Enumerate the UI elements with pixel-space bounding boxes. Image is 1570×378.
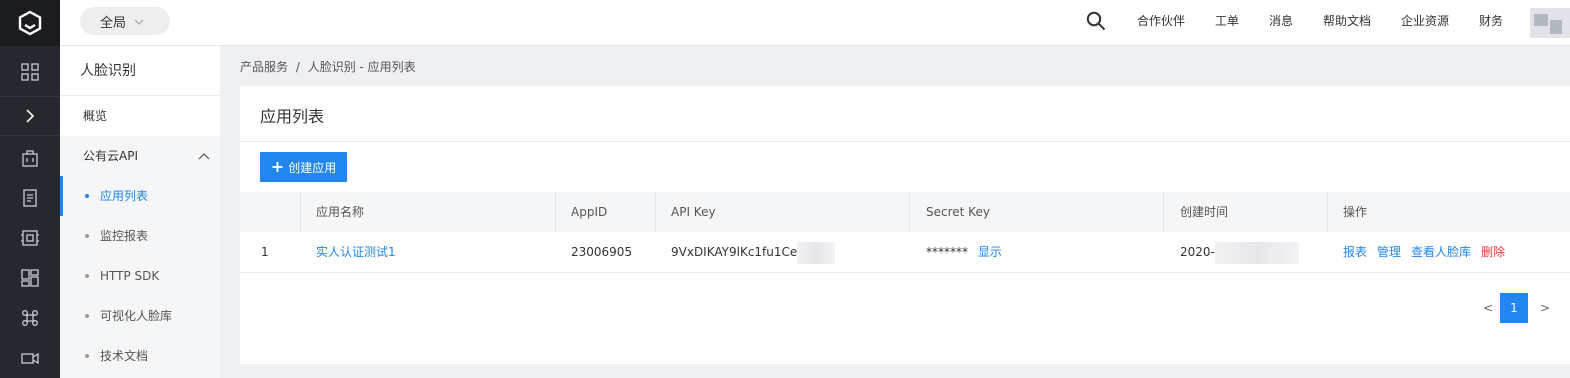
page-title: 应用列表 [260,107,325,126]
page-background [220,364,1570,378]
divider [240,141,1570,142]
show-secret-link[interactable]: 显示 [978,245,1002,259]
column-separator [300,192,301,232]
sidebar-item-label: 应用列表 [100,189,149,203]
sidebar-item-label: 监控报表 [100,229,149,243]
bullet-dot [85,234,89,238]
app-name-link[interactable]: 实人认证测试1 [316,232,396,272]
sidebar-item-face-library[interactable]: 可视化人脸库 [60,296,220,336]
icon-rail [0,0,60,378]
sidebar-item-http-sdk[interactable]: HTTP SDK [60,256,220,296]
video-icon[interactable] [0,338,60,378]
top-bar: 全局 合作伙伴 工单 消息 帮助文档 企业资源 财务 [60,0,1570,46]
col-api-key: API Key [671,205,716,219]
app-list-panel: 应用列表 + 创建应用 应用名称 AppID API Key Secret Ke… [240,86,1570,364]
sidebar-title: 人脸识别 [60,46,220,96]
col-created-time: 创建时间 [1180,205,1229,219]
nav-finance[interactable]: 财务 [1479,0,1503,46]
sidebar-item-label: 概览 [83,109,108,123]
created-time-cell: 2020- [1180,232,1299,272]
create-app-label: 创建应用 [288,160,337,175]
api-key-value: 9VxDIKAY9lKc1fu1Ce [671,245,798,259]
grid-icon[interactable] [0,52,60,92]
scope-selector[interactable]: 全局 [80,7,170,35]
sidebar-item-label: 技术文档 [100,349,149,363]
sidebar-item-label: HTTP SDK [100,269,160,283]
scope-label: 全局 [100,15,127,31]
delete-link[interactable]: 删除 [1481,232,1505,272]
dashboard-icon[interactable] [0,258,60,298]
sidebar-item-monitoring[interactable]: 监控报表 [60,216,220,256]
redacted-area [1214,241,1299,264]
column-separator [1163,192,1164,232]
nav-tickets[interactable]: 工单 [1215,0,1239,46]
view-face-library-link[interactable]: 查看人脸库 [1411,232,1471,272]
secret-key-mask: ******* [926,245,968,259]
col-actions: 操作 [1343,205,1368,219]
api-key-cell: 9VxDIKAY9lKc1fu1Ce [671,232,836,272]
active-indicator [60,176,63,216]
row-index: 1 [261,245,269,259]
frame-icon[interactable] [0,218,60,258]
breadcrumb-root[interactable]: 产品服务 [240,60,288,74]
sidebar-group-public-api[interactable]: 公有云API [60,136,220,176]
expand-chevron-icon[interactable] [0,96,60,136]
product-sidebar: 人脸识别 概览 公有云API 应用列表 监控报表 HTTP SDK 可视化人脸库… [60,46,220,378]
nav-partners[interactable]: 合作伙伴 [1137,0,1185,46]
secret-key-cell: ******* 显示 [926,232,1002,272]
sidebar-group-label: 公有云API [83,149,138,163]
sidebar-item-app-list[interactable]: 应用列表 [60,176,220,216]
sidebar-item-label: 可视化人脸库 [100,309,173,323]
breadcrumb-separator: / [295,60,300,74]
document-icon[interactable] [0,178,60,218]
col-appid: AppID [571,205,608,219]
breadcrumb-current: 人脸识别 - 应用列表 [307,60,416,74]
created-time-value: 2020- [1180,245,1215,259]
avatar[interactable] [1530,8,1570,38]
col-app-name: 应用名称 [316,205,365,219]
bullet-dot [85,274,89,278]
building-icon[interactable] [0,138,60,178]
table-row: 1 实人认证测试1 23006905 9VxDIKAY9lKc1fu1Ce **… [240,232,1570,273]
prev-page-button[interactable]: < [1483,293,1493,323]
bullet-dot [85,314,89,318]
chevron-up-icon [198,136,210,176]
sidebar-item-tech-docs[interactable]: 技术文档 [60,336,220,378]
sidebar-item-overview[interactable]: 概览 [60,96,220,136]
page-1-button[interactable]: 1 [1500,293,1528,323]
logo-icon[interactable] [0,0,60,46]
appid-value: 23006905 [571,245,633,259]
plus-icon: + [270,157,285,176]
bullet-dot [85,194,89,198]
chevron-down-icon [134,14,144,29]
column-separator [555,192,556,232]
report-link[interactable]: 报表 [1343,232,1367,272]
nav-help-docs[interactable]: 帮助文档 [1323,0,1371,46]
next-page-button[interactable]: > [1540,293,1550,323]
column-separator [909,192,910,232]
column-separator [1327,192,1328,232]
search-icon[interactable] [1086,11,1106,34]
command-icon[interactable] [0,298,60,338]
breadcrumb: 产品服务 / 人脸识别 - 应用列表 [240,58,416,75]
col-secret-key: Secret Key [926,205,990,219]
table-header: 应用名称 AppID API Key Secret Key 创建时间 操作 [240,192,1570,232]
manage-link[interactable]: 管理 [1377,232,1401,272]
create-app-button[interactable]: + 创建应用 [260,152,347,182]
column-separator [655,192,656,232]
bullet-dot [85,354,89,358]
redacted-area [797,241,836,264]
nav-enterprise-resources[interactable]: 企业资源 [1401,0,1449,46]
nav-messages[interactable]: 消息 [1269,0,1293,46]
